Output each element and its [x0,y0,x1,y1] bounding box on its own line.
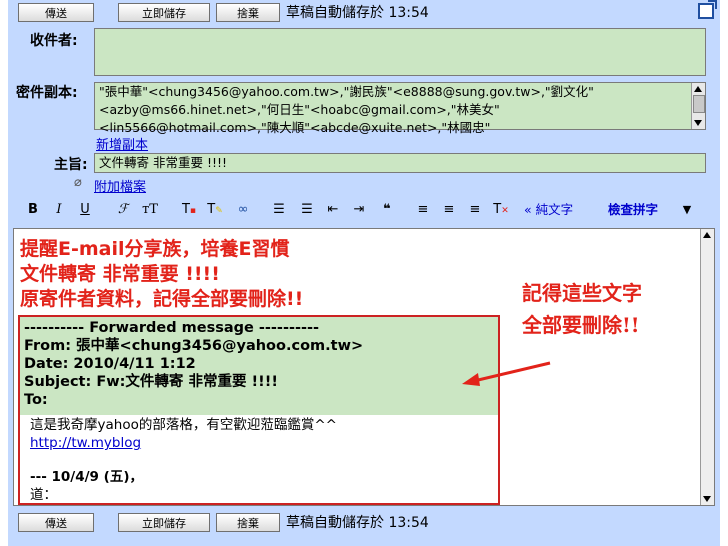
editor-scrollbar[interactable] [700,229,714,505]
autosave-status: 草稿自動儲存於 13:54 [286,5,429,21]
body-last-line: 道： [30,487,57,503]
bcc-scrollbar[interactable] [691,83,705,129]
indent-more-icon[interactable]: ⇥ [350,201,368,219]
text-color-icon[interactable]: T▪ [180,201,198,219]
quote-icon[interactable]: ❝ [378,201,396,219]
forwarded-divider: ---------- Forwarded message ---------- [24,320,320,336]
bcc-field[interactable]: "張中華"<chung3456@yahoo.com.tw>,"謝民族"<e888… [94,82,706,135]
body-date: --- 10/4/9 (五)， [30,469,143,485]
subject-field[interactable]: 文件轉寄 非常重要 !!!! [94,153,706,173]
subject-value: 文件轉寄 非常重要 !!!! [99,155,227,170]
underline-button[interactable]: U [78,201,92,219]
align-right-icon[interactable]: ≡ [466,201,484,219]
save-now-button-bottom[interactable]: 立即儲存 [118,513,210,532]
font-size-button[interactable]: тT [138,201,162,219]
align-left-icon[interactable]: ≡ [414,201,432,219]
headline-line-2: 文件轉寄 非常重要 !!!! [20,263,220,285]
forwarded-subject: Subject: Fw:文件轉寄 非常重要 !!!! [24,374,278,390]
forwarded-date: Date: 2010/4/11 1:12 [24,356,196,372]
paperclip-icon: ⌀ [74,175,82,190]
italic-button[interactable]: I [52,201,66,219]
align-center-icon[interactable]: ≡ [440,201,458,219]
to-label: 收件者: [30,33,78,49]
message-editor[interactable]: 提醒E-mail分享族，培養E習慣 文件轉寄 非常重要 !!!! 原寄件者資料，… [13,228,715,506]
bottom-toolbar: 傳送 立即儲存 捨棄 草稿自動儲存於 13:54 [8,510,720,536]
bcc-label: 密件副本: [16,85,78,101]
popout-icon[interactable] [698,0,717,19]
headline-line-1: 提醒E-mail分享族，培養E習慣 [20,238,290,260]
to-value [95,29,705,33]
bcc-line-1: "張中華"<chung3456@yahoo.com.tw>,"謝民族"<e888… [99,84,594,99]
save-now-button[interactable]: 立即儲存 [118,3,210,22]
forwarded-header-highlight: ---------- Forwarded message ---------- … [18,315,500,505]
bold-button[interactable]: B [26,201,40,219]
plain-text-link[interactable]: « 純文字 [524,201,573,219]
editor-scroll-down-icon[interactable] [703,496,711,502]
format-toolbar: B I U ℱ тT T▪ T✎ ∞ ☰ ☰ ⇤ ⇥ ❝ ≡ ≡ ≡ T✕ « … [8,198,720,224]
callout-line-1: 記得這些文字 [522,281,642,305]
send-button-bottom[interactable]: 傳送 [18,513,94,532]
top-toolbar: 傳送 立即儲存 捨棄 草稿自動儲存於 13:54 [8,0,720,26]
bulleted-list-icon[interactable]: ☰ [298,201,316,219]
compose-window: 傳送 立即儲存 捨棄 草稿自動儲存於 13:54 收件者: 密件副本: "張中華… [8,0,720,546]
discard-button-bottom[interactable]: 捨棄 [216,513,280,532]
editor-scroll-up-icon[interactable] [703,232,711,238]
forwarded-from: From: 張中華<chung3456@yahoo.com.tw> [24,338,364,354]
discard-button[interactable]: 捨棄 [216,3,280,22]
chevron-down-icon[interactable]: ▼ [680,201,694,219]
bcc-line-3: <lin5566@hotmail.com>,"陳大順"<abcde@xuite.… [99,120,491,135]
scroll-thumb[interactable] [693,95,705,113]
forwarded-to: To: [24,392,48,408]
to-field[interactable] [94,28,706,76]
numbered-list-icon[interactable]: ☰ [270,201,288,219]
indent-less-icon[interactable]: ⇤ [324,201,342,219]
scroll-down-icon[interactable] [694,120,702,126]
send-button[interactable]: 傳送 [18,3,94,22]
highlight-color-icon[interactable]: T✎ [206,201,224,219]
autosave-status-bottom: 草稿自動儲存於 13:54 [286,515,429,531]
scroll-up-icon[interactable] [694,86,702,92]
font-button[interactable]: ℱ [112,201,134,219]
callout-arrow-icon [462,361,551,386]
bcc-line-2: <azby@ms66.hinet.net>,"何日生"<hoabc@gmail.… [99,102,500,117]
add-cc-link[interactable]: 新增副本 [96,134,148,153]
header-fields: 收件者: 密件副本: "張中華"<chung3456@yahoo.com.tw>… [8,26,720,198]
body-text: 這是我奇摩yahoo的部落格，有空歡迎蒞臨鑑賞^^ [30,417,337,433]
callout-line-2: 全部要刪除!! [522,313,640,337]
forwarded-header-block: ---------- Forwarded message ---------- … [20,317,498,415]
spellcheck-link[interactable]: 檢查拼字 [608,201,658,219]
attach-file-link[interactable]: 附加檔案 [94,176,146,195]
blog-link[interactable]: http://tw.myblog [30,435,141,451]
remove-format-icon[interactable]: T✕ [492,201,510,219]
headline-line-3: 原寄件者資料，記得全部要刪除!! [20,288,304,310]
subject-label: 主旨: [54,157,88,173]
link-icon[interactable]: ∞ [232,201,254,219]
